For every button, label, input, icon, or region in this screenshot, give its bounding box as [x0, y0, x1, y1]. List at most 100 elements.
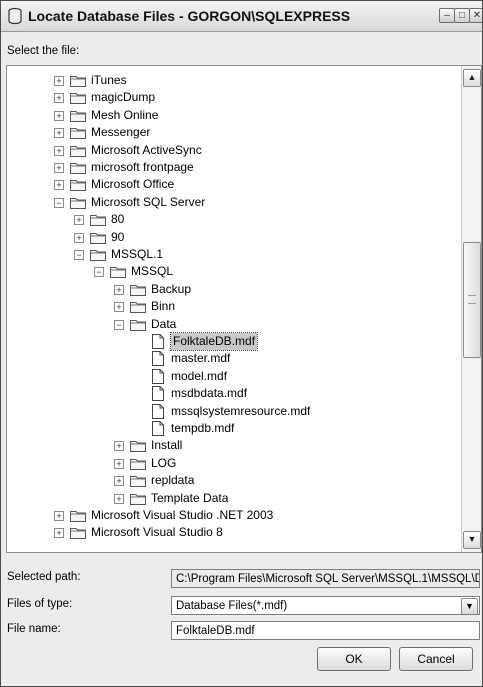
expand-icon[interactable]: + — [54, 128, 64, 139]
tree-folder-item[interactable]: + Microsoft Visual Studio 8 — [7, 524, 459, 541]
vertical-scrollbar[interactable]: ▲ ▼ — [461, 66, 481, 552]
folder-icon — [70, 510, 86, 522]
collapse-icon[interactable]: − — [74, 250, 84, 260]
tree-folder-item[interactable]: + Mesh Online — [7, 107, 459, 124]
tree-folder-item[interactable]: − MSSQL.1 — [7, 246, 459, 263]
tree-item-label: Binn — [151, 299, 176, 314]
minimize-button[interactable]: – — [439, 8, 455, 23]
select-file-label: Select the file: — [7, 45, 80, 57]
file-tree[interactable]: ▲ ▼ + iTunes + magicDump + Mesh Online + Messen… — [6, 65, 482, 553]
folder-icon — [90, 249, 106, 261]
scroll-up-button[interactable]: ▲ — [463, 69, 481, 87]
tree-item-label: Data — [151, 316, 177, 331]
tree-folder-item[interactable]: + Binn — [7, 298, 459, 315]
tree-file-item[interactable]: FolktaleDB.mdf — [7, 332, 459, 351]
tree-folder-item[interactable]: − MSSQL — [7, 263, 459, 280]
maximize-button[interactable]: □ — [454, 8, 470, 23]
ok-button[interactable]: OK — [317, 647, 391, 671]
folder-icon — [90, 214, 106, 227]
scroll-down-button[interactable]: ▼ — [463, 531, 481, 549]
tree-folder-item[interactable]: + Install — [7, 437, 459, 454]
folder-icon — [130, 493, 146, 505]
tree-item-label: model.mdf — [171, 368, 228, 383]
tree-folder-item[interactable]: + Messenger — [7, 124, 459, 141]
folder-icon — [130, 475, 146, 488]
tree-folder-item[interactable]: +80 — [7, 211, 459, 228]
expand-icon[interactable]: + — [54, 180, 64, 191]
file-icon — [152, 386, 164, 402]
tree-item-label: msdbdata.mdf — [171, 386, 248, 401]
tree-item-label: LOG — [151, 455, 177, 470]
tree-file-item[interactable]: master.mdf — [7, 350, 459, 367]
expand-icon[interactable]: + — [114, 493, 124, 504]
tree-item-label: 90 — [111, 229, 125, 244]
grip-icon — [468, 295, 476, 304]
folder-icon — [130, 319, 146, 331]
selected-path-label: Selected path: — [7, 571, 81, 583]
folder-icon — [70, 110, 86, 122]
tree-item-label: Microsoft Visual Studio 8 — [91, 525, 223, 540]
expand-icon[interactable]: + — [54, 110, 64, 121]
expand-icon[interactable]: + — [114, 302, 124, 313]
tree-folder-item[interactable]: + Template Data — [7, 490, 459, 507]
tree-folder-item[interactable]: + iTunes — [7, 72, 459, 89]
folder-icon — [130, 440, 146, 453]
folder-icon — [70, 92, 86, 105]
tree-folder-item[interactable]: − Microsoft SQL Server — [7, 194, 459, 211]
tree-folder-item[interactable]: + Microsoft Visual Studio .NET 2003 — [7, 507, 459, 524]
folder-icon — [130, 301, 146, 314]
tree-item-label: 80 — [111, 212, 125, 227]
expand-icon[interactable]: + — [54, 511, 64, 521]
folder-icon — [130, 458, 146, 470]
chevron-down-icon[interactable]: ▼ — [461, 598, 478, 614]
expand-icon[interactable]: + — [114, 441, 124, 452]
close-button[interactable]: ✕ — [469, 8, 482, 23]
tree-folder-item[interactable]: + repldata — [7, 472, 459, 489]
tree-folder-item[interactable]: + LOG — [7, 455, 459, 472]
tree-file-item[interactable]: mssqlsystemresource.mdf — [7, 403, 459, 420]
tree-item-label: MSSQL — [131, 264, 174, 279]
expand-icon[interactable]: + — [54, 76, 64, 86]
files-of-type-select[interactable]: Database Files(*.mdf) ▼ — [171, 596, 480, 615]
collapse-icon[interactable]: − — [114, 319, 124, 330]
file-icon — [152, 351, 164, 367]
expand-icon[interactable]: + — [114, 458, 124, 469]
tree-file-item[interactable]: tempdb.mdf — [7, 420, 459, 437]
expand-icon[interactable]: + — [54, 145, 64, 156]
expand-icon[interactable]: + — [114, 476, 124, 487]
tree-folder-item[interactable]: + Backup — [7, 281, 459, 298]
tree-folder-item[interactable]: +90 — [7, 229, 459, 246]
file-icon — [152, 368, 164, 384]
expand-icon[interactable]: + — [54, 93, 64, 104]
tree-folder-item[interactable]: + magicDump — [7, 89, 459, 106]
scroll-thumb[interactable] — [463, 242, 481, 358]
folder-icon — [70, 75, 86, 87]
tree-item-label: Install — [151, 438, 183, 453]
expand-icon[interactable]: + — [74, 232, 84, 243]
tree-folder-item[interactable]: − Data — [7, 316, 459, 333]
folder-icon — [70, 527, 86, 540]
collapse-icon[interactable]: − — [54, 197, 64, 208]
folder-icon — [70, 127, 86, 140]
tree-item-label: Backup — [151, 281, 192, 296]
files-of-type-label: Files of type: — [7, 598, 73, 610]
tree-item-label: magicDump — [91, 90, 156, 105]
folder-icon — [110, 266, 126, 279]
expand-icon[interactable]: + — [54, 163, 64, 173]
tree-folder-item[interactable]: + microsoft frontpage — [7, 159, 459, 176]
file-name-input[interactable]: FolktaleDB.mdf — [171, 621, 480, 640]
tree-folder-item[interactable]: + Microsoft ActiveSync — [7, 142, 459, 159]
tree-item-label: Mesh Online — [91, 107, 159, 122]
cancel-button[interactable]: Cancel — [399, 647, 473, 671]
title-bar[interactable]: Locate Database Files - GORGON\SQLEXPRES… — [1, 1, 482, 32]
tree-file-item[interactable]: msdbdata.mdf — [7, 385, 459, 402]
expand-icon[interactable]: + — [74, 215, 84, 226]
expand-icon[interactable]: + — [114, 284, 124, 295]
expand-icon[interactable]: + — [54, 528, 64, 539]
tree-folder-item[interactable]: + Microsoft Office — [7, 176, 459, 193]
file-name-label: File name: — [7, 623, 61, 635]
tree-item-label: Template Data — [151, 490, 229, 505]
selected-path-field: C:\Program Files\Microsoft SQL Server\MS… — [171, 569, 480, 588]
tree-file-item[interactable]: model.mdf — [7, 368, 459, 385]
collapse-icon[interactable]: − — [94, 267, 104, 278]
